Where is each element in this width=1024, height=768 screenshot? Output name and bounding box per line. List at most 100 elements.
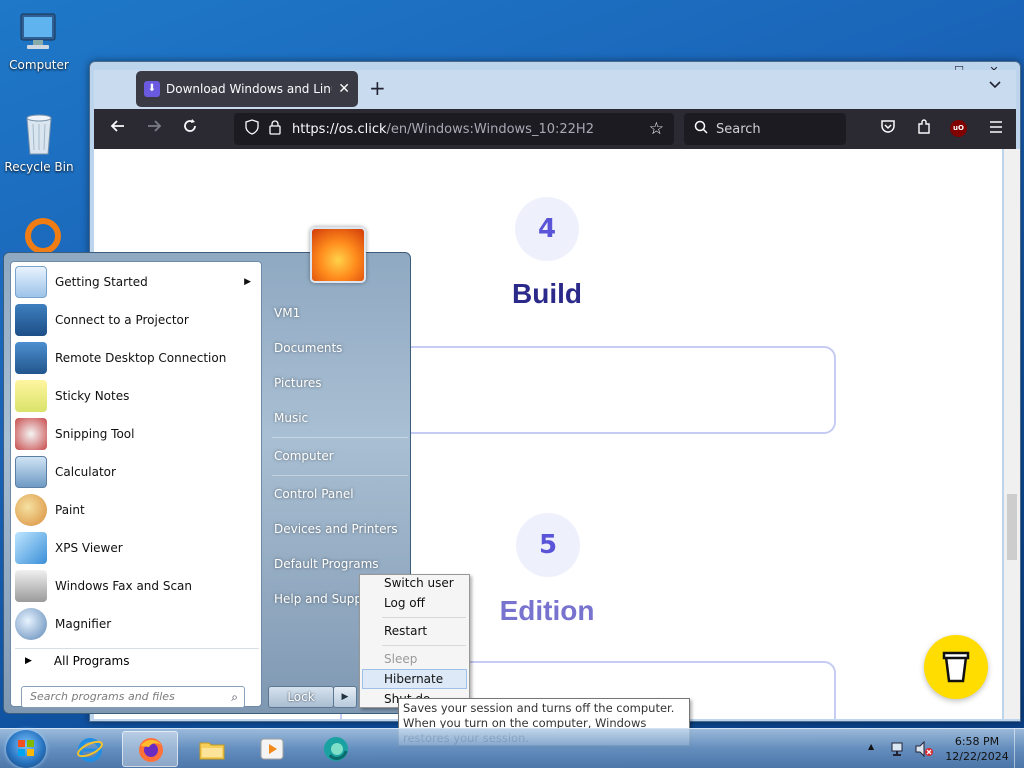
program-label: XPS Viewer: [55, 541, 123, 555]
program-connect-projector[interactable]: Connect to a Projector: [15, 302, 259, 338]
navigation-toolbar: https://os.click/en/Windows:Windows_10:2…: [94, 109, 1016, 149]
tray-expand-arrow[interactable]: ▲: [868, 742, 874, 751]
taskbar-internet-explorer[interactable]: [62, 731, 118, 767]
search-placeholder: Search programs and files: [30, 690, 175, 703]
file-explorer-icon: [198, 735, 226, 763]
xps-viewer-icon: [15, 532, 47, 564]
start-button[interactable]: [6, 730, 46, 768]
close-tab-icon[interactable]: ✕: [338, 81, 350, 97]
url-text: https://os.click/en/Windows:Windows_10:2…: [292, 122, 594, 137]
right-item-computer[interactable]: Computer: [274, 441, 410, 471]
back-button[interactable]: [106, 117, 130, 141]
page-scrollbar[interactable]: [1004, 149, 1020, 719]
program-paint[interactable]: Paint: [15, 492, 259, 528]
projector-icon: [15, 304, 47, 336]
pocket-icon[interactable]: [876, 118, 900, 142]
media-player-icon: [258, 735, 286, 763]
search-placeholder: Search: [716, 121, 761, 137]
taskbar-file-explorer[interactable]: [184, 731, 240, 767]
recycle-bin-icon: [15, 110, 63, 158]
snipping-tool-icon: [15, 418, 47, 450]
menu-item-switch-user[interactable]: Switch user: [362, 573, 467, 593]
step-5-badge: 5: [516, 513, 580, 577]
fax-scan-icon: [15, 570, 47, 602]
program-label: Connect to a Projector: [55, 313, 189, 327]
program-sticky-notes[interactable]: Sticky Notes: [15, 378, 259, 414]
desktop-icon-computer[interactable]: Computer: [1, 8, 77, 72]
program-snipping-tool[interactable]: Snipping Tool: [15, 416, 259, 452]
taskbar-media-player[interactable]: [244, 731, 300, 767]
menu-item-hibernate[interactable]: Hibernate: [362, 669, 467, 689]
right-item-documents[interactable]: Documents: [274, 333, 410, 363]
menu-item-sleep: Sleep: [384, 652, 418, 666]
tracking-protection-icon[interactable]: [244, 119, 260, 139]
taskbar: ▲ 6:58 PM 12/22/2024: [0, 728, 1024, 768]
internet-explorer-icon: [76, 735, 104, 763]
volume-muted-icon[interactable]: [914, 740, 934, 760]
program-calculator[interactable]: Calculator: [15, 454, 259, 490]
hamburger-menu-icon[interactable]: [984, 118, 1008, 142]
right-item-devices-printers[interactable]: Devices and Printers: [274, 514, 410, 544]
user-picture[interactable]: [310, 227, 366, 283]
url-domain: https://os.click: [292, 121, 387, 137]
program-getting-started[interactable]: Getting Started ▶: [15, 264, 259, 300]
download-icon: ⬇: [144, 81, 160, 97]
url-bar[interactable]: https://os.click/en/Windows:Windows_10:2…: [234, 113, 674, 145]
remote-desktop-icon: [15, 342, 47, 374]
search-icon: ⌕: [231, 690, 238, 704]
program-xps-viewer[interactable]: XPS Viewer: [15, 530, 259, 566]
all-programs-button[interactable]: ▶ All Programs: [15, 648, 259, 672]
program-label: Sticky Notes: [55, 389, 130, 403]
right-item-control-panel[interactable]: Control Panel: [274, 479, 410, 509]
step-4-title: Build: [512, 278, 582, 309]
buy-me-a-coffee-button[interactable]: [924, 635, 988, 699]
extensions-icon[interactable]: [912, 118, 936, 142]
desktop-icon-vlc[interactable]: [5, 214, 81, 252]
program-label: Magnifier: [55, 617, 112, 631]
submenu-arrow-icon: ▶: [244, 277, 251, 287]
clock-time: 6:58 PM: [954, 735, 1000, 748]
browser-icon: [322, 735, 350, 763]
menu-item-restart[interactable]: Restart: [362, 621, 467, 641]
program-label: Windows Fax and Scan: [55, 579, 193, 593]
taskbar-clock[interactable]: 6:58 PM 12/22/2024: [940, 734, 1014, 764]
right-item-pictures[interactable]: Pictures: [274, 368, 410, 398]
scrollbar-thumb[interactable]: [1007, 494, 1017, 560]
program-label: Remote Desktop Connection: [55, 351, 227, 365]
calculator-icon: [15, 456, 47, 488]
tab-os-click[interactable]: ⬇ Download Windows and Linux I ✕: [136, 71, 358, 107]
shutdown-options-arrow[interactable]: ▶: [333, 686, 357, 708]
desktop-icon-label: Computer: [9, 58, 69, 72]
desktop-icon-label: Recycle Bin: [4, 160, 74, 174]
new-tab-button[interactable]: +: [369, 76, 386, 100]
menu-item-log-off[interactable]: Log off: [362, 593, 467, 613]
getting-started-icon: [15, 266, 47, 298]
forward-button[interactable]: [142, 117, 166, 141]
program-magnifier[interactable]: Magnifier: [15, 606, 259, 642]
ublock-origin-icon[interactable]: uO: [950, 120, 967, 137]
start-menu: Getting Started ▶ Connect to a Projector…: [3, 227, 411, 714]
start-search-input[interactable]: Search programs and files ⌕: [21, 686, 245, 708]
search-icon: [694, 120, 708, 138]
program-label: Snipping Tool: [55, 427, 135, 441]
network-icon[interactable]: [890, 741, 908, 760]
taskbar-firefox[interactable]: [122, 731, 178, 767]
show-desktop-button[interactable]: [1014, 729, 1024, 768]
program-remote-desktop[interactable]: Remote Desktop Connection: [15, 340, 259, 376]
lock-button[interactable]: Lock: [268, 686, 334, 708]
menu-separator: [382, 617, 466, 618]
search-bar[interactable]: Search: [684, 113, 846, 145]
step-4-badge: 4: [515, 197, 579, 261]
reload-button[interactable]: [178, 117, 202, 141]
right-item-music[interactable]: Music: [274, 403, 410, 433]
bookmark-star-icon[interactable]: ☆: [649, 119, 664, 139]
tab-strip: ⬇ Download Windows and Linux I ✕ +: [94, 70, 1016, 109]
list-all-tabs-button[interactable]: [988, 78, 1002, 94]
tab-title: Download Windows and Linux I: [166, 82, 332, 96]
lock-icon[interactable]: [268, 119, 282, 139]
taskbar-browser[interactable]: [308, 731, 364, 767]
program-fax-scan[interactable]: Windows Fax and Scan: [15, 568, 259, 604]
build-select-card[interactable]: [340, 346, 836, 434]
desktop-icon-recycle-bin[interactable]: Recycle Bin: [1, 110, 77, 174]
right-item-user[interactable]: VM1: [274, 298, 410, 328]
